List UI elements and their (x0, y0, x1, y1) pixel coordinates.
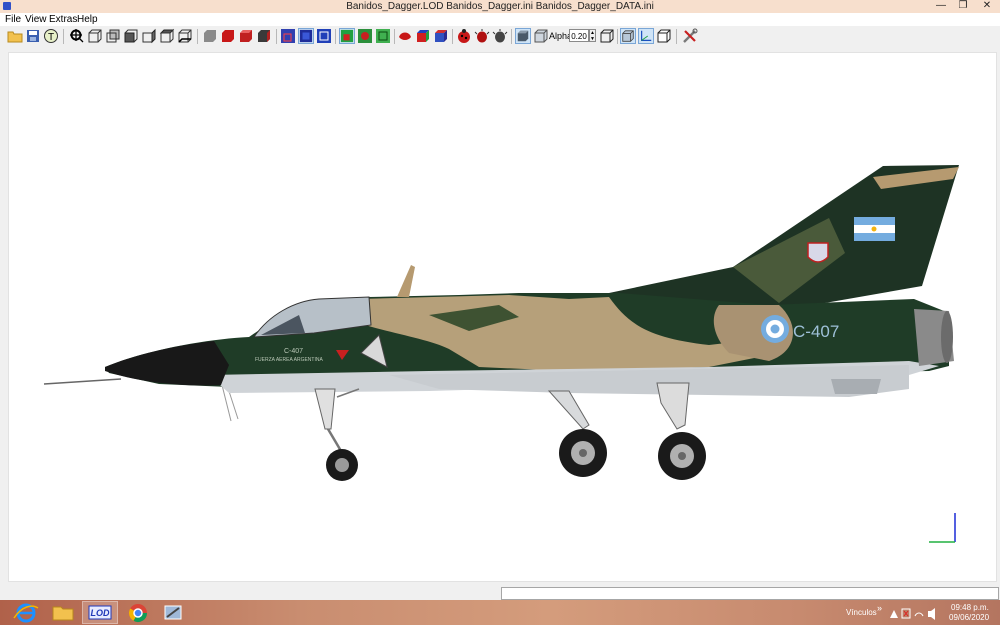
bbox-outline-icon[interactable] (316, 28, 332, 44)
view-front-icon[interactable] (87, 28, 103, 44)
title-bar: Banidos_Dagger.LOD Banidos_Dagger.ini Ba… (0, 0, 1000, 14)
red-object-icon[interactable] (397, 28, 413, 44)
save-icon[interactable] (25, 28, 41, 44)
transparent-box-icon[interactable] (533, 28, 549, 44)
menu-extras[interactable]: Extras (49, 13, 77, 26)
menu-view[interactable]: View (25, 13, 47, 26)
tray-icons[interactable] (888, 606, 940, 620)
close-button[interactable]: ✕ (976, 0, 998, 13)
nose-cone (105, 341, 229, 386)
toolbar-separator (452, 29, 453, 44)
axis-indicator (929, 513, 956, 543)
bbox-green-icon[interactable] (339, 28, 355, 44)
bbox-blue-icon[interactable] (298, 28, 314, 44)
solid-box-icon[interactable] (515, 28, 531, 44)
bug-red-icon[interactable] (474, 28, 490, 44)
view-back-icon[interactable] (105, 28, 121, 44)
menu-file[interactable]: File (5, 13, 21, 26)
chevron-right-icon[interactable]: » (877, 603, 882, 613)
squadron-badge (807, 242, 829, 263)
links-toolbar-label[interactable]: Vínculos (846, 608, 877, 617)
light-box-icon[interactable] (620, 28, 636, 44)
alpha-spinner[interactable]: ▲ ▼ (589, 29, 596, 42)
argentine-flag (854, 217, 895, 241)
toolbar-separator (617, 29, 618, 44)
nose-serial: C-407 (284, 348, 303, 355)
status-bar (501, 587, 999, 600)
clock-date[interactable]: 09/06/2020 (949, 613, 989, 622)
pitot-probe (43, 378, 122, 385)
lod-app-icon[interactable]: LOD (82, 601, 118, 624)
green-sphere-icon[interactable] (357, 28, 373, 44)
main-gear-strut-right (656, 382, 690, 430)
antenna-blade (397, 265, 415, 297)
toolbar-separator (394, 29, 395, 44)
view-left-icon[interactable] (123, 28, 139, 44)
zoom-fit-icon[interactable] (69, 28, 85, 44)
main-wheel-left (559, 429, 607, 477)
explorer-icon[interactable] (45, 601, 81, 624)
serial-marking: C-407 (793, 322, 839, 341)
toolbar-separator (676, 29, 677, 44)
green-wire-icon[interactable] (375, 28, 391, 44)
3d-viewport[interactable]: C-407 C-407 FUERZA AEREA ARGENTINA (8, 52, 997, 582)
bug-gray-icon[interactable] (492, 28, 508, 44)
solid-red-icon[interactable] (220, 28, 236, 44)
page-box-icon[interactable] (656, 28, 672, 44)
svg-text:T: T (48, 32, 54, 43)
view-right-icon[interactable] (141, 28, 157, 44)
toolbar-separator (197, 29, 198, 44)
restore-button[interactable]: ❐ (952, 0, 974, 13)
view-bottom-icon[interactable] (177, 28, 193, 44)
dark-cube-icon[interactable] (256, 28, 272, 44)
toolbar-separator (335, 29, 336, 44)
taskbar: LOD Vínculos » 09:48 p.m. 09/06/2020 (0, 600, 1000, 625)
solid-gray-icon[interactable] (202, 28, 218, 44)
wing-fairing (831, 379, 881, 394)
open-icon[interactable] (7, 28, 23, 44)
textured-cube-icon[interactable] (433, 28, 449, 44)
nose-wheel (326, 449, 358, 481)
chrome-icon[interactable] (120, 601, 156, 624)
toolbar-separator (276, 29, 277, 44)
alpha-input[interactable]: 0.20 (569, 29, 589, 42)
ladybug-icon[interactable] (456, 28, 472, 44)
toolbar-separator (511, 29, 512, 44)
nose-gear-strut (314, 388, 336, 430)
minimize-button[interactable]: — (930, 0, 952, 13)
toolbar: T Alpha: 0.20 ▲ ▼ (0, 26, 1000, 48)
wire-box-icon[interactable] (599, 28, 615, 44)
tool-app-icon[interactable] (156, 601, 192, 624)
svg-text:LOD: LOD (91, 608, 110, 618)
clock-time[interactable]: 09:48 p.m. (951, 603, 989, 612)
main-wheel-right (658, 432, 706, 480)
tools-icon[interactable] (682, 28, 698, 44)
air-force-label: FUERZA AEREA ARGENTINA (255, 357, 323, 363)
axes-icon[interactable] (638, 28, 654, 44)
menu-bar: File View Extras Help (0, 13, 1000, 26)
window-title: Banidos_Dagger.LOD Banidos_Dagger.ini Ba… (346, 1, 654, 12)
bbox-red-icon[interactable] (280, 28, 296, 44)
ie-icon[interactable] (8, 601, 44, 624)
texture-icon[interactable]: T (43, 28, 59, 44)
view-top-icon[interactable] (159, 28, 175, 44)
shaded-red-icon[interactable] (238, 28, 254, 44)
menu-help[interactable]: Help (77, 13, 98, 26)
aircraft-model: C-407 C-407 FUERZA AEREA ARGENTINA (43, 165, 959, 543)
multicolor-cube-icon[interactable] (415, 28, 431, 44)
main-gear-strut-left (547, 390, 590, 430)
nozzle-rim (941, 311, 953, 363)
toolbar-separator (63, 29, 64, 44)
